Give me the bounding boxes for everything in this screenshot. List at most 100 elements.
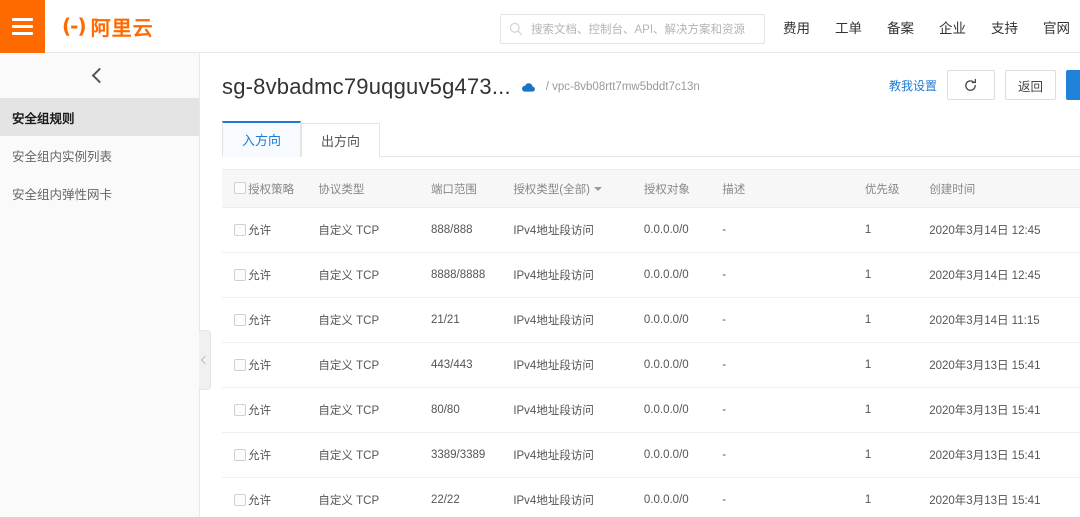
chevron-left-icon: [91, 67, 108, 84]
tab-inbound[interactable]: 入方向: [222, 121, 302, 157]
page-header: sg-8vbadmc79uqguv5g473... / vpc-8vb08rtt…: [200, 53, 1080, 121]
brand-logo[interactable]: (-) 阿里云: [62, 0, 154, 53]
th-port-range: 端口范围: [430, 169, 514, 208]
page-header-actions: 教我设置 返回: [889, 70, 1080, 100]
primary-action-button[interactable]: [1066, 70, 1080, 100]
row-select-cell: [222, 342, 249, 388]
nav-item-support[interactable]: 支持: [991, 17, 1018, 37]
top-navigation: 费用 工单 备案 企业 支持 官网 口: [783, 0, 1080, 53]
panel-collapse-handle[interactable]: [199, 330, 211, 390]
cell-port-range: 888/888: [430, 207, 514, 253]
row-select-cell: [222, 387, 249, 433]
cell-protocol: 自定义 TCP: [318, 432, 431, 478]
direction-tabs: 入方向 出方向: [222, 121, 1080, 157]
cell-priority: 1: [864, 342, 930, 388]
cell-auth-target: 0.0.0.0/0: [643, 297, 723, 343]
tab-outbound[interactable]: 出方向: [301, 123, 381, 157]
cell-priority: 1: [864, 297, 930, 343]
nav-item-tickets[interactable]: 工单: [835, 17, 862, 37]
cell-created-time: 2020年3月13日 15:41: [929, 342, 1080, 388]
table-row[interactable]: 允许 自定义 TCP 8888/8888 IPv4地址段访问 0.0.0.0/0-1 20…: [222, 252, 1080, 298]
row-select-cell: [222, 297, 249, 343]
cell-protocol: 自定义 TCP: [318, 252, 431, 298]
back-button-label: 返回: [1017, 79, 1043, 94]
row-checkbox[interactable]: [234, 448, 246, 461]
hamburger-icon[interactable]: [0, 0, 45, 53]
cell-policy: 允许: [248, 387, 319, 433]
sidebar-item-label: 安全组内实例列表: [12, 149, 113, 164]
cell-priority: 1: [864, 207, 930, 253]
cell-created-time: 2020年3月13日 15:41: [929, 387, 1080, 433]
cell-auth-type: IPv4地址段访问: [513, 207, 644, 253]
refresh-button[interactable]: [946, 70, 995, 100]
row-checkbox[interactable]: [234, 223, 246, 236]
sidebar-item-instance-list[interactable]: 安全组内实例列表: [0, 136, 199, 174]
cell-description: -: [722, 342, 865, 388]
table-row[interactable]: 允许 自定义 TCP 3389/3389 IPv4地址段访问 0.0.0.0/0-1 20…: [222, 432, 1080, 478]
cell-protocol: 自定义 TCP: [318, 477, 431, 517]
cell-auth-target: 0.0.0.0/0: [643, 342, 723, 388]
th-auth-target: 授权对象: [643, 169, 723, 208]
th-auth-type[interactable]: 授权类型(全部): [513, 169, 644, 208]
search-icon: [509, 22, 523, 36]
tab-label: 入方向: [242, 133, 282, 148]
row-checkbox[interactable]: [234, 268, 246, 281]
aliyun-logo-icon: (-): [62, 14, 87, 38]
chevron-down-icon: [593, 187, 602, 192]
nav-item-fees[interactable]: 费用: [783, 17, 810, 37]
cell-description: -: [722, 477, 865, 517]
cell-description: -: [722, 297, 865, 343]
cell-description: -: [722, 207, 865, 253]
cell-auth-type: IPv4地址段访问: [513, 252, 644, 298]
refresh-icon: [963, 78, 978, 93]
sidebar-collapse-button[interactable]: [0, 53, 199, 98]
hamburger-bar: [12, 31, 33, 35]
security-group-rules-table: 授权策略 协议类型 端口范围 授权类型(全部) 授权对象 描述 优先级 创建时间…: [222, 169, 1080, 517]
table-row[interactable]: 允许 自定义 TCP 21/21 IPv4地址段访问 0.0.0.0/0-1 2020年3…: [222, 297, 1080, 343]
cell-auth-target: 0.0.0.0/0: [643, 252, 723, 298]
sidebar-item-security-group-rules[interactable]: 安全组规则: [0, 98, 199, 136]
cell-port-range: 21/21: [430, 297, 514, 343]
cell-port-range: 80/80: [430, 387, 514, 433]
table-row[interactable]: 允许 自定义 TCP 80/80 IPv4地址段访问 0.0.0.0/0-1 2020年3…: [222, 387, 1080, 433]
cell-policy: 允许: [248, 342, 319, 388]
cell-auth-type: IPv4地址段访问: [513, 342, 644, 388]
brand-name: 阿里云: [90, 17, 154, 40]
table-head: 授权策略 协议类型 端口范围 授权类型(全部) 授权对象 描述 优先级 创建时间: [222, 169, 1080, 208]
cell-protocol: 自定义 TCP: [318, 342, 431, 388]
search-input[interactable]: 搜索文档、控制台、API、解决方案和资源: [500, 14, 765, 44]
rules-table-container: 授权策略 协议类型 端口范围 授权类型(全部) 授权对象 描述 优先级 创建时间…: [222, 169, 1080, 517]
nav-item-website[interactable]: 官网: [1043, 17, 1070, 37]
nav-item-icp[interactable]: 备案: [887, 17, 914, 37]
app-root: (-) 阿里云 搜索文档、控制台、API、解决方案和资源 费用 工单 备案 企业…: [0, 0, 1080, 517]
table-header-row: 授权策略 协议类型 端口范围 授权类型(全部) 授权对象 描述 优先级 创建时间: [222, 169, 1080, 208]
th-select-all: [222, 169, 249, 208]
cell-policy: 允许: [248, 207, 319, 253]
sidebar-item-eni-list[interactable]: 安全组内弹性网卡: [0, 174, 199, 212]
row-checkbox[interactable]: [234, 358, 246, 371]
page-subtitle-vpc: / vpc-8vb08rtt7mw5bddt7c13n: [545, 81, 700, 93]
sidebar-item-label: 安全组内弹性网卡: [12, 187, 113, 202]
select-all-checkbox[interactable]: [234, 182, 246, 195]
cell-created-time: 2020年3月14日 12:45: [929, 207, 1080, 253]
table-row[interactable]: 允许 自定义 TCP 22/22 IPv4地址段访问 0.0.0.0/0-1 2020年3…: [222, 477, 1080, 517]
th-protocol: 协议类型: [318, 169, 431, 208]
row-checkbox[interactable]: [234, 313, 246, 326]
back-button[interactable]: 返回: [1004, 70, 1056, 100]
cloud-icon: [521, 81, 536, 94]
left-sidebar: 安全组规则 安全组内实例列表 安全组内弹性网卡: [0, 53, 200, 517]
nav-item-enterprise[interactable]: 企业: [939, 17, 966, 37]
table-row[interactable]: 允许 自定义 TCP 888/888 IPv4地址段访问 0.0.0.0/0-1 2020…: [222, 207, 1080, 253]
cell-auth-type: IPv4地址段访问: [513, 477, 644, 517]
row-checkbox[interactable]: [234, 493, 246, 506]
row-checkbox[interactable]: [234, 403, 246, 416]
cell-description: -: [722, 252, 865, 298]
cell-created-time: 2020年3月14日 11:15: [929, 297, 1080, 343]
hamburger-bar: [12, 17, 33, 21]
row-select-cell: [222, 477, 249, 517]
table-row[interactable]: 允许 自定义 TCP 443/443 IPv4地址段访问 0.0.0.0/0-1 2020…: [222, 342, 1080, 388]
th-priority: 优先级: [864, 169, 930, 208]
teach-me-setup-link[interactable]: 教我设置: [889, 77, 937, 94]
cell-priority: 1: [864, 432, 930, 478]
cell-priority: 1: [864, 252, 930, 298]
